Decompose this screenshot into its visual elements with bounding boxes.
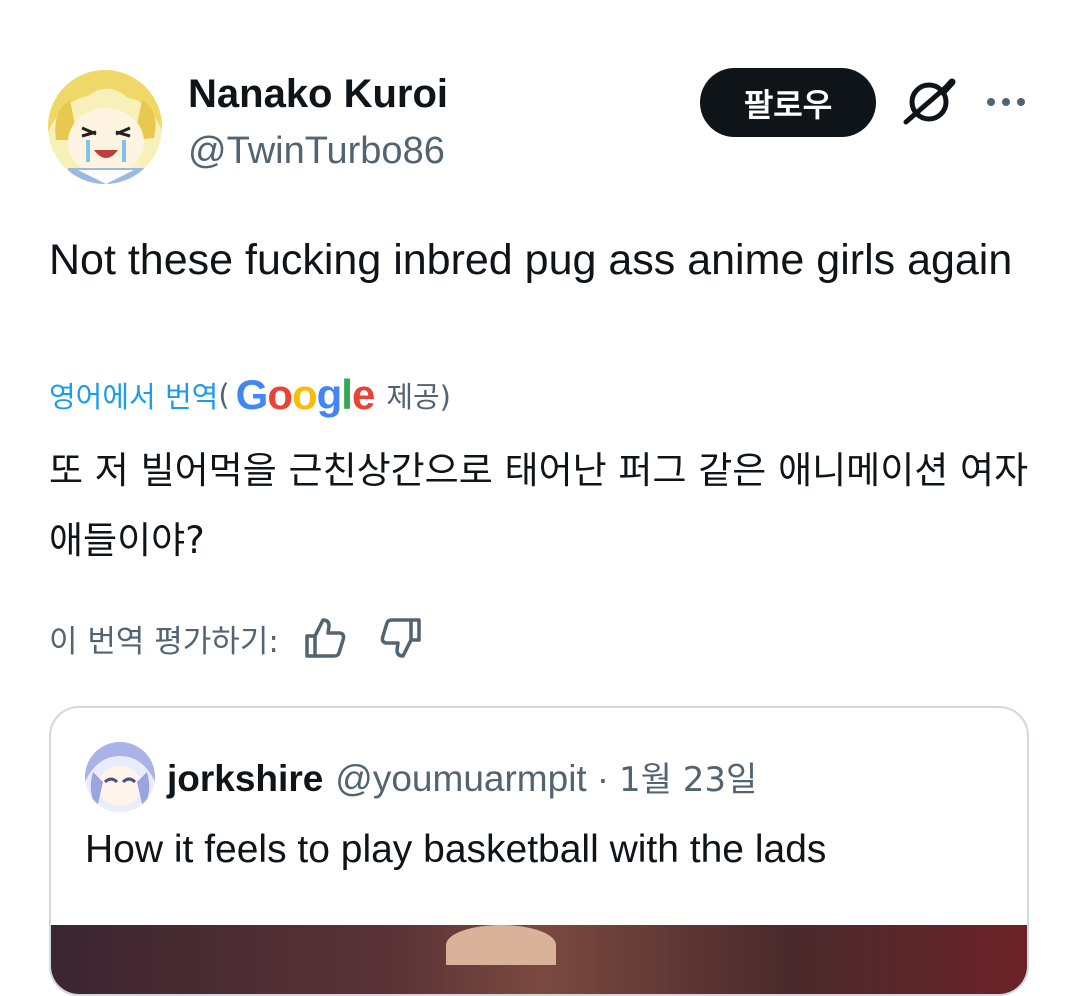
tweet-text: Not these fucking inbred pug ass anime g… bbox=[49, 236, 1013, 284]
media-preview-shape bbox=[446, 925, 556, 965]
rate-translation-label: 이 번역 평가하기: bbox=[49, 623, 279, 660]
author-avatar-image bbox=[48, 70, 162, 184]
author-name[interactable]: Nanako Kuroi bbox=[188, 72, 448, 117]
author-handle[interactable]: @TwinTurbo86 bbox=[188, 130, 445, 173]
quoted-tweet-meta: jorkshire @youmuarmpit · 1월 23일 bbox=[167, 752, 757, 801]
quoted-author-name[interactable]: jorkshire bbox=[167, 758, 323, 800]
meta-separator: · bbox=[596, 758, 610, 799]
quoted-tweet-text: How it feels to play basketball with the… bbox=[85, 828, 827, 871]
author-avatar[interactable] bbox=[48, 70, 162, 184]
follow-button[interactable]: 팔로우 bbox=[700, 68, 876, 137]
google-logo: Google bbox=[235, 371, 376, 418]
provider-suffix: 제공) bbox=[386, 380, 451, 414]
quoted-tweet-date[interactable]: 1월 23일 bbox=[619, 752, 757, 801]
quoted-tweet-card[interactable]: jorkshire @youmuarmpit · 1월 23일 How it f… bbox=[49, 706, 1029, 996]
thumbs-up-icon[interactable] bbox=[301, 614, 349, 662]
open-paren: ( bbox=[218, 378, 230, 412]
translation-attribution: 영어에서 번역 ( Google 제공) bbox=[49, 370, 451, 420]
quoted-tweet-media[interactable] bbox=[51, 925, 1027, 994]
translate-link[interactable]: 영어에서 번역 bbox=[49, 374, 218, 416]
rate-translation: 이 번역 평가하기: bbox=[49, 612, 425, 664]
quoted-author-avatar[interactable] bbox=[85, 742, 155, 812]
grok-icon[interactable] bbox=[900, 76, 958, 128]
quoted-author-handle[interactable]: @youmuarmpit bbox=[335, 758, 586, 800]
thumbs-down-icon[interactable] bbox=[377, 614, 425, 662]
translated-text: 또 저 빌어먹을 근친상간으로 태어난 퍼그 같은 애니메이션 여자애들이야? bbox=[49, 449, 1029, 562]
more-dots-icon[interactable] bbox=[984, 90, 1028, 114]
